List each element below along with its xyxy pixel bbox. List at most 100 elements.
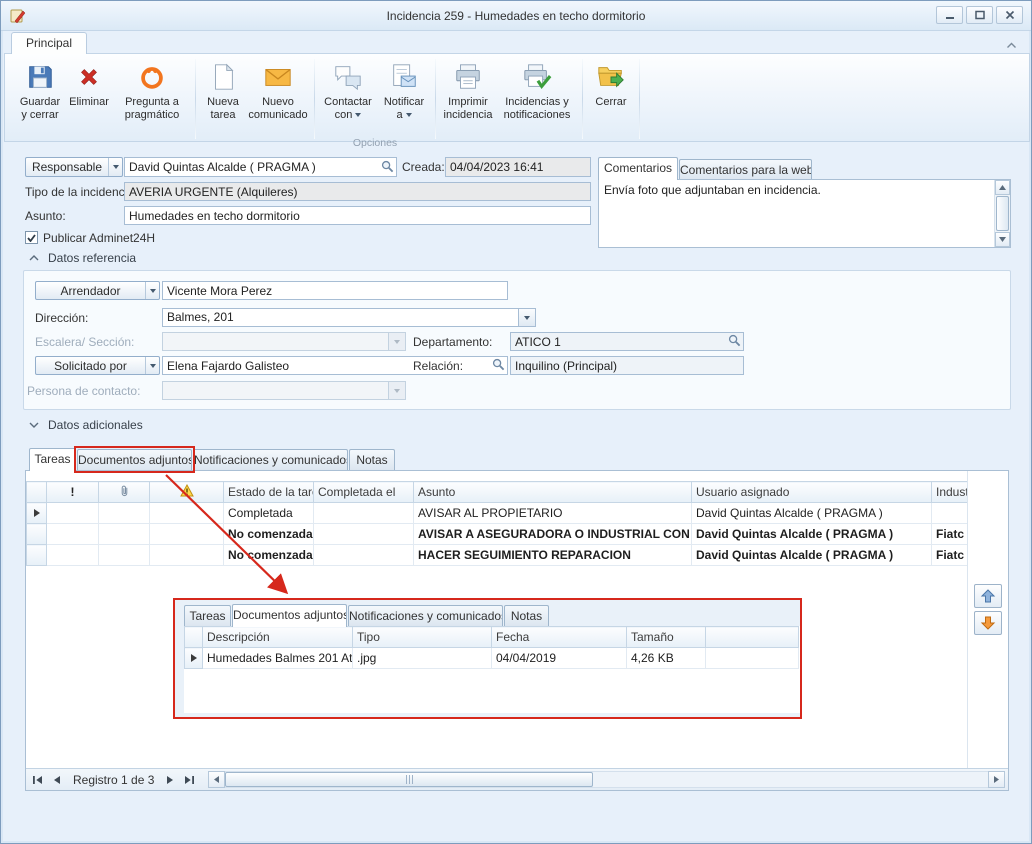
inset-tab-tareas[interactable]: Tareas (184, 605, 231, 626)
arrendador-field[interactable]: Vicente Mora Perez (162, 281, 508, 300)
chevron-down-icon (29, 422, 39, 428)
warning-column-header[interactable] (150, 482, 224, 503)
responsable-field[interactable]: David Quintas Alcalde ( PRAGMA ) (124, 157, 397, 177)
responsable-button[interactable]: Responsable (25, 157, 123, 177)
horizontal-scrollbar[interactable] (208, 771, 1005, 788)
tamano-column-header[interactable]: Tamaño (627, 627, 706, 648)
nuevo-comunicado-label: Nuevo comunicado (248, 96, 307, 122)
tareas-grid[interactable]: ! Estado de la tarea Completada el Asunt… (26, 481, 968, 566)
tab-documentos-adjuntos[interactable]: Documentos adjuntos (77, 449, 192, 470)
inset-tab-notificaciones-comunicados[interactable]: Notificaciones y comunicados (348, 605, 503, 626)
publicar-adminet24h-label: Publicar Adminet24H (43, 231, 155, 245)
ribbon-toolbar: Guardar y cerrar Eliminar Pregunta a pra… (4, 53, 1030, 142)
table-row[interactable]: No comenzada HACER SEGUIMIENTO REPARACIO… (27, 545, 968, 566)
departamento-field[interactable]: ATICO 1 (510, 332, 744, 351)
tipo-column-header[interactable]: Tipo (353, 627, 492, 648)
documentos-grid[interactable]: Descripción Tipo Fecha Tamaño Humedades … (184, 626, 799, 669)
row-indicator (27, 524, 47, 545)
contactar-con-button[interactable]: Contactar con (319, 57, 377, 137)
collapse-ribbon-icon[interactable] (1006, 38, 1017, 52)
scroll-up-button[interactable] (995, 180, 1010, 195)
cerrar-button[interactable]: Cerrar (587, 57, 635, 137)
arrendador-dropdown[interactable] (145, 282, 159, 299)
scroll-thumb[interactable] (996, 196, 1009, 231)
nuevo-comunicado-button[interactable]: Nuevo comunicado (246, 57, 310, 137)
chevron-down-icon (113, 165, 119, 169)
scroll-track[interactable] (225, 771, 988, 788)
incidencias-notificaciones-button[interactable]: Incidencias y notificaciones (496, 57, 578, 137)
datos-adicionales-title: Datos adicionales (48, 418, 143, 432)
datos-referencia-header[interactable]: Datos referencia (29, 251, 136, 265)
direccion-dropdown[interactable] (518, 309, 535, 326)
comentarios-box[interactable]: Envía foto que adjuntaban en incidencia. (598, 179, 1011, 248)
pregunta-pragmatico-button[interactable]: Pregunta a pragmático (113, 57, 191, 137)
table-row[interactable]: Completada AVISAR AL PROPIETARIO David Q… (27, 503, 968, 524)
scroll-right-button[interactable] (988, 771, 1005, 788)
next-record-button[interactable] (162, 772, 179, 788)
asunto-column-header[interactable]: Asunto (414, 482, 692, 503)
direccion-combo[interactable]: Balmes, 201 (162, 308, 536, 327)
notify-page-envelope-icon (389, 60, 419, 93)
asunto-field[interactable]: Humedades en techo dormitorio (124, 206, 591, 225)
inset-tab-documentos-adjuntos[interactable]: Documentos adjuntos (232, 604, 347, 627)
first-record-button[interactable] (29, 772, 46, 788)
priority-column-header[interactable]: ! (47, 482, 99, 503)
datos-adicionales-header[interactable]: Datos adicionales (29, 418, 143, 432)
imprimir-incidencia-button[interactable]: Imprimir incidencia (440, 57, 496, 137)
escalera-label: Escalera/ Sección: (35, 335, 134, 349)
responsable-dropdown[interactable] (108, 158, 122, 176)
eliminar-button[interactable]: Eliminar (65, 57, 113, 137)
envelope-icon (263, 60, 293, 93)
creada-field: 04/04/2023 16:41 (445, 157, 591, 177)
maximize-button[interactable] (966, 6, 993, 24)
tab-notificaciones-comunicados[interactable]: Notificaciones y comunicados (193, 449, 348, 470)
tab-comentarios-web[interactable]: Comentarios para la web (679, 159, 812, 180)
tab-notas[interactable]: Notas (349, 449, 395, 470)
guardar-y-cerrar-button[interactable]: Guardar y cerrar (15, 57, 65, 137)
chevron-up-icon (29, 255, 39, 261)
comentarios-scrollbar[interactable] (994, 180, 1010, 247)
move-row-up-button[interactable] (974, 584, 1002, 608)
persona-contacto-dropdown (388, 382, 405, 399)
usuario-column-header[interactable]: Usuario asignado (692, 482, 932, 503)
tipo-incidencia-field: AVERIA URGENTE (Alquileres) (124, 182, 591, 201)
title-bar[interactable]: Incidencia 259 - Humedades en techo dorm… (1, 1, 1031, 31)
responsable-button-label: Responsable (26, 158, 108, 176)
tab-principal[interactable]: Principal (11, 32, 87, 54)
minimize-button[interactable] (936, 6, 963, 24)
solicitado-por-dropdown[interactable] (145, 357, 159, 374)
nueva-tarea-button[interactable]: Nueva tarea (200, 57, 246, 137)
chevron-down-icon (394, 340, 400, 344)
move-row-down-button[interactable] (974, 611, 1002, 635)
table-row[interactable]: No comenzada AVISAR A ASEGURADORA O INDU… (27, 524, 968, 545)
inset-tab-notas[interactable]: Notas (504, 605, 549, 626)
solicitado-por-button[interactable]: Solicitado por (35, 356, 160, 375)
fecha-column-header[interactable]: Fecha (492, 627, 627, 648)
comentarios-text[interactable]: Envía foto que adjuntaban en incidencia. (604, 183, 990, 197)
industrial-column-header[interactable]: Indust (932, 482, 968, 503)
close-button[interactable] (996, 6, 1023, 24)
descripcion-column-header[interactable]: Descripción (203, 627, 353, 648)
table-row[interactable]: Humedades Balmes 201 At-2 .jpg 04/04/201… (185, 648, 799, 669)
tab-comentarios[interactable]: Comentarios (598, 157, 678, 180)
arrendador-button[interactable]: Arrendador (35, 281, 160, 300)
notificar-a-button[interactable]: Notificar a (377, 57, 431, 137)
attachment-column-header[interactable] (99, 482, 150, 503)
scroll-left-button[interactable] (208, 771, 225, 788)
search-icon[interactable] (728, 334, 1029, 350)
printer-icon (453, 60, 483, 93)
triangle-right-icon (994, 776, 999, 783)
relacion-label: Relación: (413, 359, 463, 373)
scroll-down-button[interactable] (995, 232, 1010, 247)
previous-record-button[interactable] (48, 772, 65, 788)
publicar-adminet24h-checkbox[interactable] (25, 231, 38, 244)
scroll-thumb[interactable] (225, 772, 593, 787)
last-record-button[interactable] (181, 772, 198, 788)
completada-column-header[interactable]: Completada el (314, 482, 414, 503)
warning-icon (180, 484, 194, 497)
row-indicator (27, 503, 47, 524)
estado-column-header[interactable]: Estado de la tarea (224, 482, 314, 503)
incidencias-notificaciones-label: Incidencias y notificaciones (504, 96, 571, 122)
tab-tareas[interactable]: Tareas (29, 448, 76, 471)
printer-check-icon (522, 60, 552, 93)
